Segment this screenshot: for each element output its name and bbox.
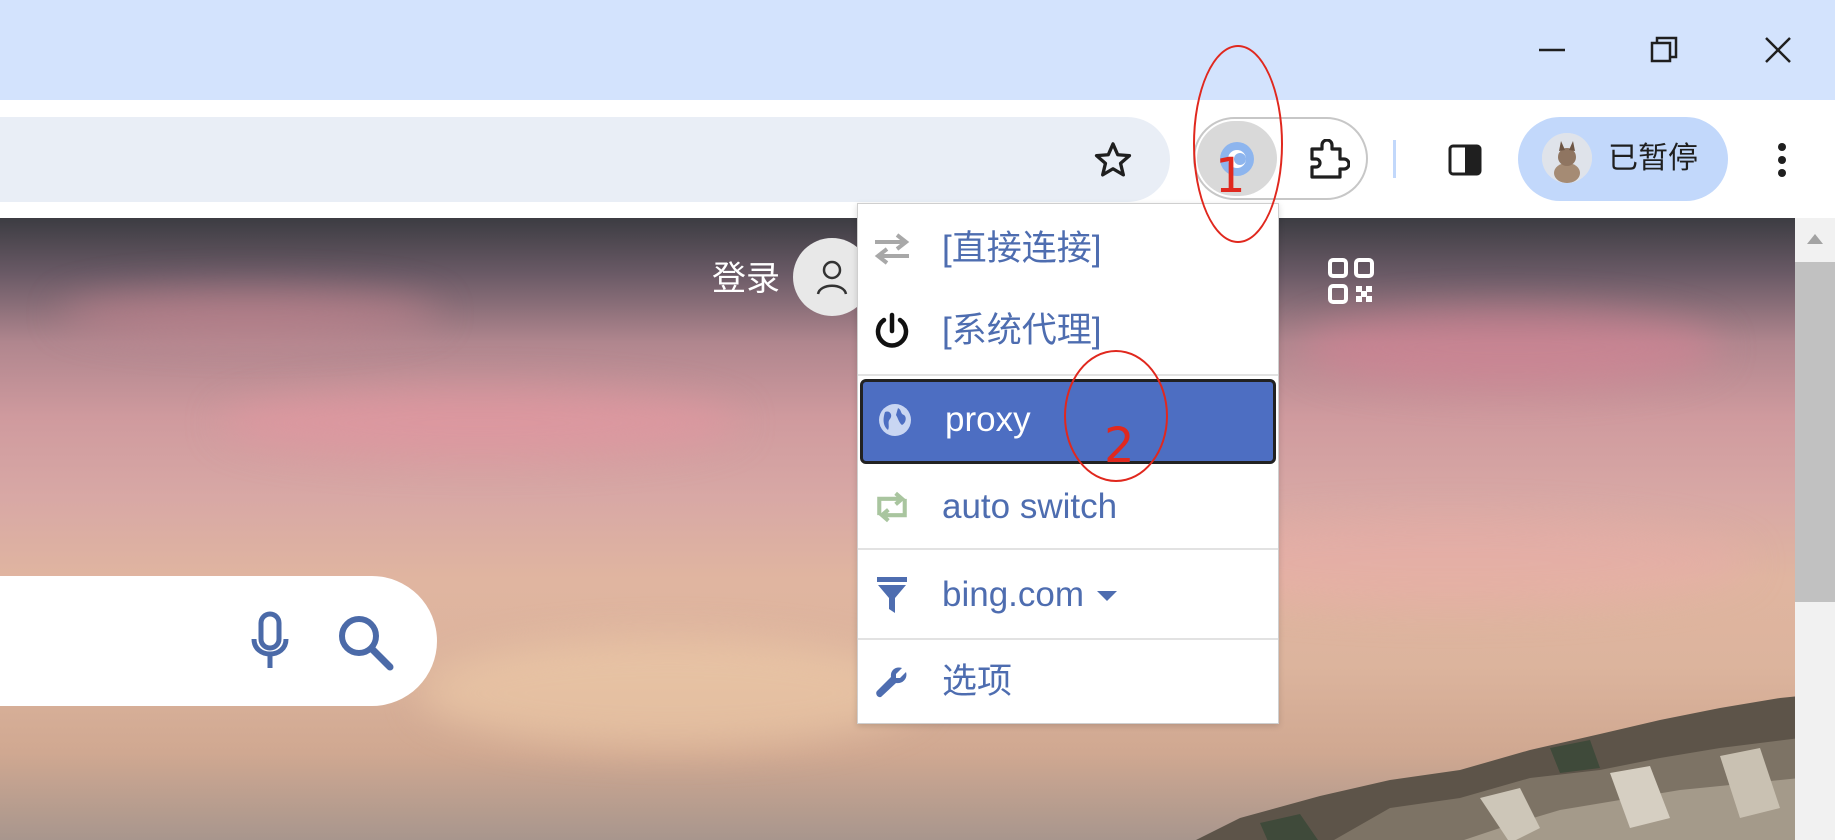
menu-item-options[interactable]: 选项 [858,641,1278,723]
search-box[interactable] [0,576,437,706]
microphone-icon [251,611,289,668]
user-icon [816,260,848,295]
annotation-circle-1 [1193,45,1283,243]
minimize-button[interactable] [1522,20,1582,80]
menu-divider [858,374,1278,376]
menu-item-label: bing.com [942,575,1085,614]
filter-icon [872,575,912,615]
kebab-menu-icon [1778,143,1786,177]
star-icon [1094,142,1132,177]
qr-code-icon [1328,258,1374,304]
globe-icon [875,400,915,440]
profile-status-label: 已暂停 [1608,141,1698,176]
close-window-button[interactable] [1748,20,1808,80]
arrows-swap-icon [872,229,912,269]
caret-down-icon[interactable] [1096,590,1118,602]
scrollbar-thumb[interactable] [1795,262,1835,602]
annotation-label-2: 2 [1104,418,1135,474]
side-panel-icon [1448,144,1482,176]
wrench-icon [872,662,912,702]
login-link[interactable]: 登录 [712,254,780,304]
menu-divider [858,548,1278,550]
menu-item-label: auto switch [942,487,1118,526]
search-button[interactable] [333,610,397,674]
puzzle-icon [1310,139,1350,179]
bookmark-button[interactable] [1085,135,1141,185]
menu-item-auto-switch[interactable]: auto switch [858,466,1278,548]
menu-item-label: 选项 [942,662,1013,701]
proxy-switch-menu: [直接连接] [系统代理] proxy auto switch bing.com… [857,203,1279,724]
extensions-button[interactable] [1300,136,1356,184]
scroll-up-icon[interactable] [1805,232,1825,246]
toolbar-separator [1393,140,1396,178]
profile-chip[interactable]: 已暂停 [1518,117,1728,201]
menu-item-bing-rule[interactable]: bing.com [858,554,1278,636]
menu-item-label: [系统代理] [942,311,1102,350]
menu-item-label: [直接连接] [942,229,1102,268]
menu-item-label: proxy [945,400,1031,439]
power-icon [872,311,912,351]
voice-search-button[interactable] [245,609,295,673]
vertical-scrollbar[interactable] [1795,218,1835,840]
browser-menu-button[interactable] [1760,135,1804,185]
close-icon [1765,37,1791,63]
menu-divider [858,638,1278,640]
qr-code-button[interactable] [1325,255,1377,307]
restore-icon [1650,36,1678,63]
retweet-icon [872,487,912,527]
address-bar[interactable] [0,117,1170,202]
avatar [1542,133,1592,183]
search-icon [339,616,394,671]
side-panel-button[interactable] [1440,136,1490,184]
restore-button[interactable] [1634,20,1694,80]
annotation-label-1: 1 [1215,148,1246,204]
minimize-icon [1539,48,1565,52]
menu-item-system-proxy[interactable]: [系统代理] [858,290,1278,372]
